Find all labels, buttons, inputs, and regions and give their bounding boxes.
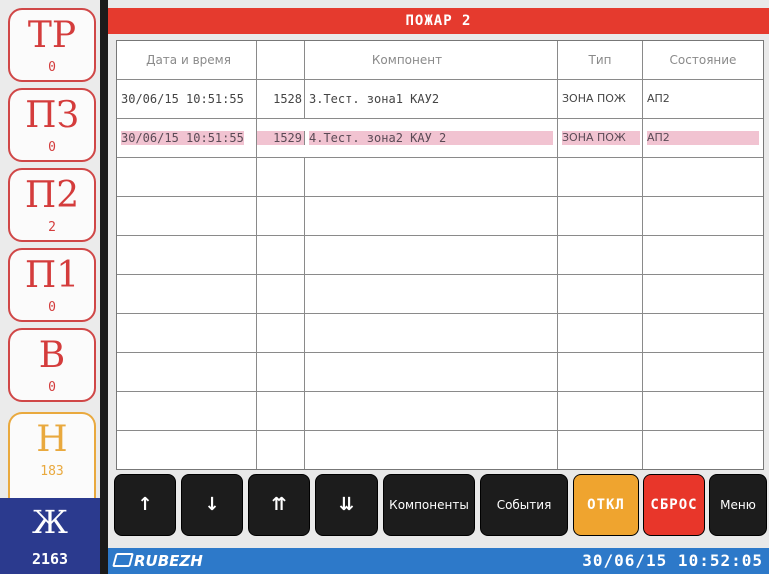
row-datetime: 30/06/15 10:51:55 bbox=[117, 119, 257, 157]
reset-button[interactable]: СБРОС bbox=[643, 474, 705, 536]
status-count: 0 bbox=[48, 140, 56, 155]
menu-button[interactable]: Меню bbox=[709, 474, 767, 536]
footer-bar: RUBEZH 30/06/15 10:52:05 bbox=[108, 548, 769, 574]
table-row[interactable]: 30/06/15 10:51:55 1528 3.Тест. зона1 КАУ… bbox=[117, 80, 763, 119]
row-state: АП2 bbox=[647, 92, 670, 105]
status-p1-button[interactable]: П1 0 bbox=[8, 248, 96, 322]
row-datetime: 30/06/15 10:51:55 bbox=[117, 80, 257, 118]
scroll-down-button[interactable]: ↓ bbox=[181, 474, 243, 536]
table-row[interactable] bbox=[117, 236, 763, 275]
row-num: 1529 bbox=[257, 131, 305, 145]
table-header: Дата и время Компонент Тип Состояние bbox=[117, 41, 763, 80]
header-type: Тип bbox=[558, 41, 643, 79]
header-component: Компонент bbox=[257, 41, 558, 79]
table-row-selected[interactable]: 30/06/15 10:51:55 1529 4.Тест. зона2 КАУ… bbox=[117, 119, 763, 158]
page-up-button[interactable]: ⇈ bbox=[248, 474, 310, 536]
components-button[interactable]: Компоненты bbox=[383, 474, 475, 536]
status-n-button[interactable]: Н 183 bbox=[8, 412, 96, 498]
header-state: Состояние bbox=[669, 53, 737, 67]
panel-divider bbox=[100, 0, 108, 574]
table-row[interactable] bbox=[117, 431, 763, 470]
logo-text: RUBEZH bbox=[134, 552, 203, 570]
page-title: ПОЖАР 2 bbox=[108, 8, 769, 34]
table-row[interactable] bbox=[117, 158, 763, 197]
status-count: 183 bbox=[40, 464, 64, 479]
status-code: Ж bbox=[32, 503, 68, 541]
status-tr-button[interactable]: ТР 0 bbox=[8, 8, 96, 82]
row-type: ЗОНА ПОЖ bbox=[558, 119, 643, 157]
system-clock: 30/06/15 10:52:05 bbox=[582, 551, 763, 570]
header-datetime: Дата и время bbox=[117, 41, 257, 79]
row-component: 4.Тест. зона2 КАУ 2 bbox=[305, 119, 558, 157]
status-count: 2163 bbox=[31, 550, 69, 568]
status-count: 0 bbox=[48, 380, 56, 395]
status-v-button[interactable]: В 0 bbox=[8, 328, 96, 402]
status-count: 0 bbox=[48, 300, 56, 315]
page-down-button[interactable]: ⇊ bbox=[315, 474, 378, 536]
status-code: ТР bbox=[27, 15, 77, 56]
status-count: 2 bbox=[48, 220, 56, 235]
status-code: П2 bbox=[24, 175, 80, 216]
row-num: 1528 bbox=[257, 80, 305, 118]
rubezh-logo: RUBEZH bbox=[112, 552, 203, 570]
events-button[interactable]: События bbox=[480, 474, 568, 536]
status-count: 0 bbox=[48, 60, 56, 75]
table-row[interactable] bbox=[117, 314, 763, 353]
events-table: Дата и время Компонент Тип Состояние 30/… bbox=[116, 40, 764, 470]
row-type: ЗОНА ПОЖ bbox=[558, 80, 643, 118]
status-code: П1 bbox=[24, 255, 80, 296]
table-row[interactable] bbox=[117, 392, 763, 431]
row-state: АП2 bbox=[643, 119, 763, 157]
table-row[interactable] bbox=[117, 353, 763, 392]
status-pz-button[interactable]: ПЗ 0 bbox=[8, 88, 96, 162]
rubezh-logo-icon bbox=[112, 553, 134, 567]
table-row[interactable] bbox=[117, 197, 763, 236]
scroll-up-button[interactable]: ↑ bbox=[114, 474, 176, 536]
status-code: В bbox=[38, 335, 66, 376]
status-panel: ТР 0 ПЗ 0 П2 2 П1 0 В 0 Н 183 Ж 2163 bbox=[0, 0, 100, 574]
status-code: ПЗ bbox=[25, 95, 79, 136]
status-p2-button[interactable]: П2 2 bbox=[8, 168, 96, 242]
disable-button[interactable]: ОТКЛ bbox=[573, 474, 639, 536]
table-row[interactable] bbox=[117, 275, 763, 314]
row-component: 3.Тест. зона1 КАУ2 bbox=[305, 80, 558, 118]
status-zh-button[interactable]: Ж 2163 bbox=[0, 498, 100, 574]
status-code: Н bbox=[36, 419, 68, 460]
